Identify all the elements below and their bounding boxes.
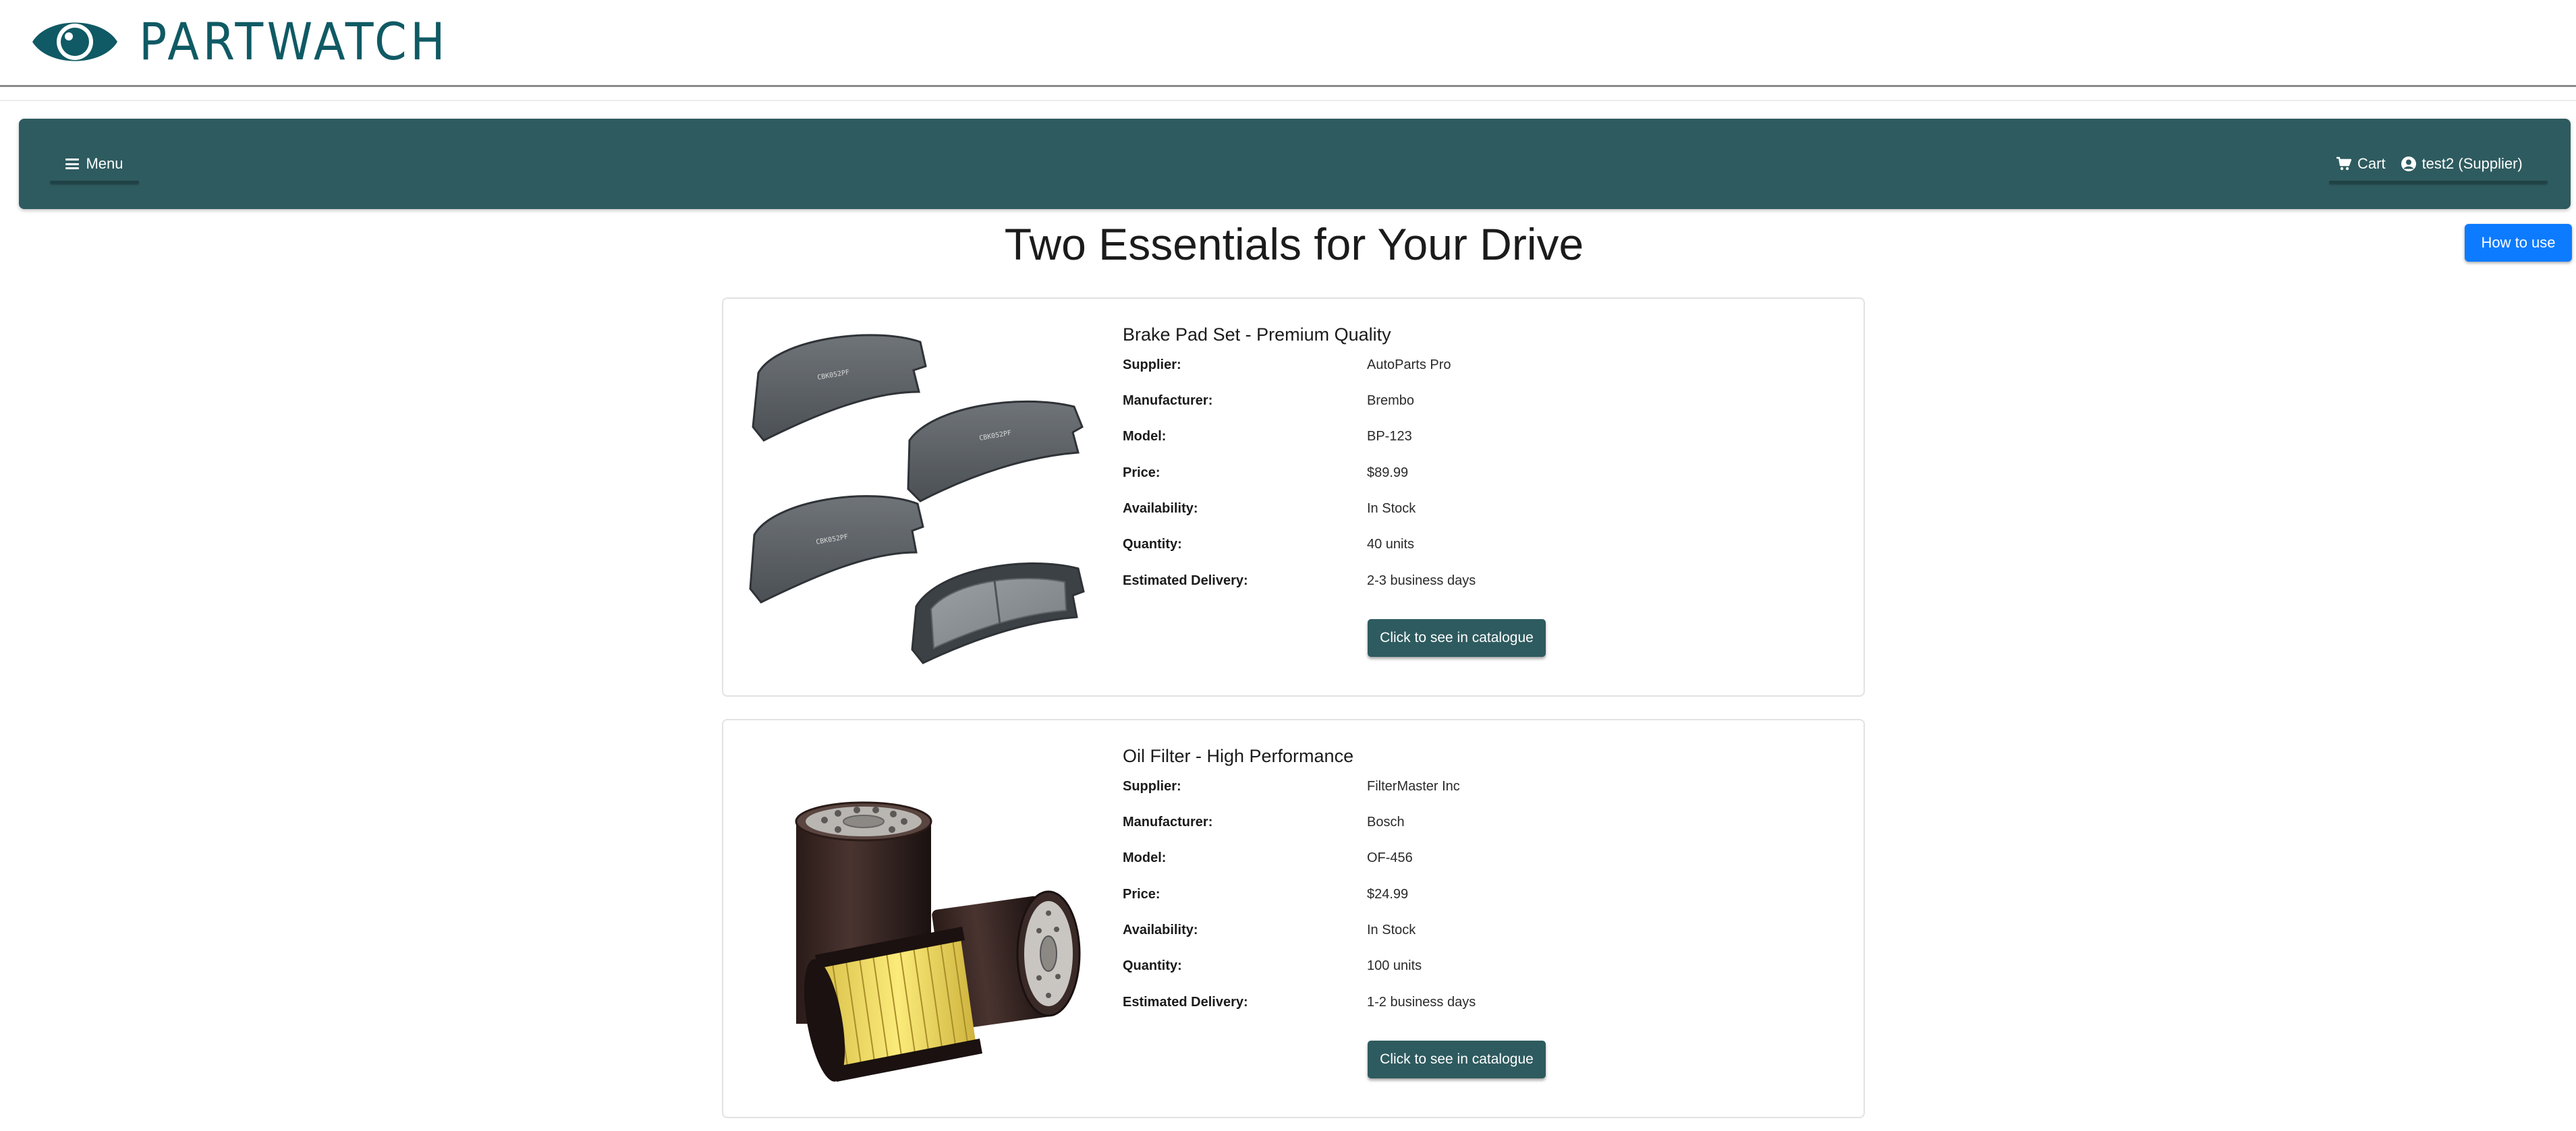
spec-label: Manufacturer: [1123,815,1213,830]
product-name: Oil Filter - High Performance [1123,746,1354,766]
eye-icon [32,22,117,61]
cart-link[interactable]: Cart [2336,155,2386,173]
spec-label: Availability: [1123,501,1198,516]
product-card: Oil Filter - High Performance Supplier: F… [722,719,1865,1118]
brand-name: PARTWATCH [139,11,449,71]
spec-value: Brembo [1367,393,1415,408]
spec-value: In Stock [1367,923,1416,937]
spec-label: Supplier: [1123,779,1181,794]
spec-value: $89.99 [1367,465,1409,480]
brand-logo[interactable]: PARTWATCH [31,9,483,74]
spec-value: 100 units [1367,958,1422,973]
brake-pad-top-right: CBK052PF [907,400,1084,502]
spec-label: Supplier: [1123,357,1181,372]
brake-pad-bottom-right [911,562,1085,664]
cart-label: Cart [2357,155,2386,172]
oil-filter-image [737,734,1097,1106]
menu-label: Menu [86,155,123,172]
spec-value: $24.99 [1367,887,1409,902]
spec-label: Availability: [1123,923,1198,937]
user-label: test2 (Supplier) [2421,155,2523,172]
brake-pad-image: CBK052PF CBK052PF CBK052PF [737,312,1097,685]
product-name: Brake Pad Set - Premium Quality [1123,324,1391,345]
spec-label: Model: [1123,429,1167,444]
page-title: Two Essentials for Your Drive [1004,219,1584,269]
main-navbar: Menu Cart test2 (Supplier) [19,119,2571,209]
user-circle-icon [2401,156,2416,171]
spec-label: Manufacturer: [1123,393,1213,408]
see-in-catalogue-button[interactable]: Click to see in catalogue [1368,1041,1546,1078]
spec-value: FilterMaster Inc [1367,779,1460,794]
see-in-catalogue-button[interactable]: Click to see in catalogue [1368,619,1546,657]
brake-pad-bottom-left: CBK052PF [749,495,924,604]
spec-label: Estimated Delivery: [1123,995,1248,1010]
spec-label: Quantity: [1123,958,1182,973]
spec-label: Model: [1123,850,1167,865]
spec-label: Price: [1123,465,1160,480]
spec-value: OF-456 [1367,850,1413,865]
spec-value: 40 units [1367,537,1415,552]
hamburger-icon [65,158,80,169]
spec-label: Price: [1123,887,1160,902]
header-divider [0,100,2576,101]
spec-value: BP-123 [1367,429,1412,444]
spec-value: Bosch [1367,815,1405,830]
product-card: CBK052PF CBK052PF CBK052PF Brake Pad Set… [722,297,1865,697]
spec-value: 1-2 business days [1367,995,1476,1010]
menu-button[interactable]: Menu [50,147,139,183]
top-header: PARTWATCH [0,0,2576,87]
spec-label: Quantity: [1123,537,1182,552]
spec-label: Estimated Delivery: [1123,573,1248,588]
user-account-link[interactable]: test2 (Supplier) [2401,155,2523,173]
brake-pad-top-left: CBK052PF [752,334,927,442]
spec-value: In Stock [1367,501,1416,516]
cart-icon [2336,156,2352,171]
user-nav-group: Cart test2 (Supplier) [2329,147,2548,183]
spec-value: AutoParts Pro [1367,357,1451,372]
spec-value: 2-3 business days [1367,573,1476,588]
